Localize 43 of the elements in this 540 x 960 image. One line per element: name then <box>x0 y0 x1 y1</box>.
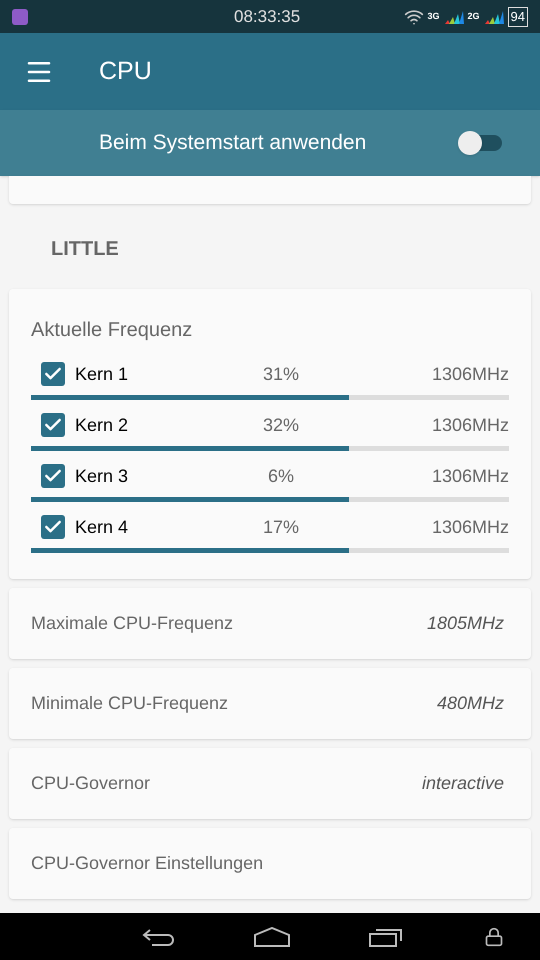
core-checkbox[interactable] <box>41 362 65 386</box>
core-usage: 31% <box>262 362 300 386</box>
core-usage: 32% <box>262 414 300 436</box>
setting-label: CPU-Governor <box>31 772 150 795</box>
core-frequency: 1306MHz <box>432 464 509 488</box>
core-usage: 17% <box>262 516 300 538</box>
core-label: Kern 3 <box>75 464 130 488</box>
back-icon[interactable] <box>142 928 174 946</box>
setting-value: 1805MHz <box>426 612 504 635</box>
app-title: CPU <box>99 56 152 87</box>
core-frequency: 1306MHz <box>432 414 509 436</box>
core-checkbox[interactable] <box>41 464 65 488</box>
setting-value: interactive <box>422 772 504 795</box>
core-label: Kern 4 <box>75 516 130 538</box>
core-frequency: 1306MHz <box>432 362 509 386</box>
recent-apps-icon[interactable] <box>369 926 403 946</box>
core-frequency: 1306MHz <box>432 516 509 538</box>
home-icon[interactable] <box>254 926 290 946</box>
toggle-switch[interactable] <box>458 131 502 155</box>
network-label: 2G <box>468 10 480 23</box>
core-checkbox[interactable] <box>41 413 65 437</box>
setting-label: CPU-Governor Einstellungen <box>31 852 264 875</box>
network-label: 3G <box>428 10 440 23</box>
core-checkbox[interactable] <box>41 515 65 539</box>
lock-icon[interactable] <box>484 926 504 946</box>
core-label: Kern 1 <box>75 362 130 386</box>
core-label: Kern 2 <box>75 414 130 436</box>
boot-toggle-label: Beim Systemstart anwenden <box>99 130 366 156</box>
core-usage: 6% <box>266 464 295 488</box>
setting-value: 480MHz <box>436 692 504 715</box>
setting-row[interactable]: Minimale CPU-Frequenz 480MHz <box>9 668 531 739</box>
setting-row[interactable]: CPU-Governor Einstellungen <box>9 828 531 899</box>
card-title: Aktuelle Frequenz <box>31 318 194 343</box>
signal-icon <box>484 10 504 24</box>
battery-icon: 94 <box>508 6 528 26</box>
setting-label: Maximale CPU-Frequenz <box>31 612 234 635</box>
setting-label: Minimale CPU-Frequenz <box>31 692 228 715</box>
clock: 08:33:35 <box>234 6 300 28</box>
signal-icon <box>444 10 464 24</box>
setting-row[interactable]: CPU-Governor interactive <box>9 748 531 819</box>
app-notification-icon <box>12 8 28 24</box>
section-title: LITTLE <box>51 237 120 262</box>
setting-row[interactable]: Maximale CPU-Frequenz 1805MHz <box>9 588 531 659</box>
